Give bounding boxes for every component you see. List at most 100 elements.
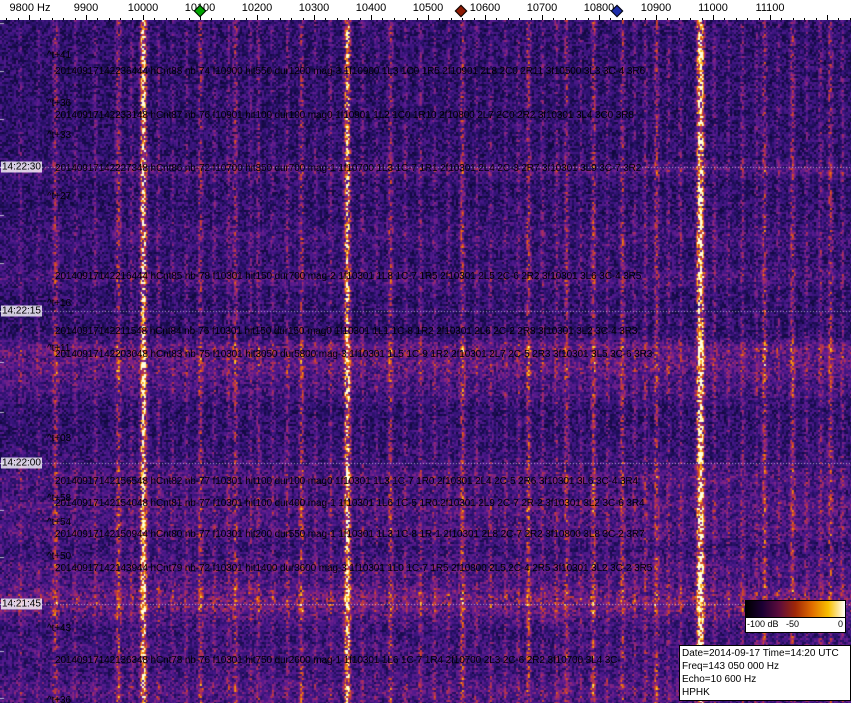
freq-tick-label: 10400 — [356, 2, 387, 14]
freq-tick — [211, 18, 212, 20]
freq-tick — [280, 18, 281, 20]
freq-tick — [759, 18, 760, 20]
freq-tick-label: 10500 — [413, 2, 444, 14]
red-diamond-marker-icon[interactable] — [455, 5, 468, 18]
db-gradient — [746, 601, 845, 618]
freq-tick-label: 11000 — [698, 2, 728, 14]
db-mid-label: -50 — [786, 619, 799, 629]
echo-time-tag: ^t+36 — [47, 98, 71, 109]
freq-tick — [747, 18, 748, 20]
freq-tick — [371, 15, 372, 20]
freq-tick — [337, 18, 338, 20]
echo-time-tag: ^t+50 — [47, 551, 71, 562]
freq-tick — [86, 15, 87, 20]
echo-detection-line: 20140917142236444 hCnt88 nb-74 f10900 hi… — [55, 66, 645, 77]
freq-tick — [736, 18, 737, 20]
echo-detection-line: 20140917142227348 hCnt86 nb-72 f10700 hi… — [55, 163, 641, 174]
freq-tick — [793, 18, 794, 20]
freq-tick — [143, 15, 144, 20]
freq-tick — [474, 18, 475, 20]
echo-detection-line: 20140917142203048 hCnt83 nb-75 f10301 hi… — [55, 349, 652, 360]
freq-tick — [325, 18, 326, 20]
echo-time-tag: ^t+03 — [47, 433, 71, 444]
freq-tick — [838, 18, 839, 20]
freq-tick — [177, 18, 178, 20]
freq-tick — [610, 18, 611, 20]
freq-tick — [542, 15, 543, 20]
freq-tick — [246, 18, 247, 20]
freq-tick — [303, 18, 304, 20]
freq-tick — [702, 18, 703, 20]
freq-tick — [120, 18, 121, 20]
freq-tick — [154, 18, 155, 20]
freq-tick — [268, 18, 269, 20]
freq-tick-label: 10800 — [584, 2, 615, 14]
freq-tick — [508, 18, 509, 20]
freq-tick — [827, 15, 828, 20]
freq-tick — [29, 15, 30, 20]
freq-tick-label: 10300 — [299, 2, 330, 14]
freq-tick — [576, 18, 577, 20]
freq-tick — [496, 18, 497, 20]
freq-tick-label: 11100 — [756, 2, 785, 14]
freq-tick — [40, 18, 41, 20]
echo-detection-line: 20140917142156548 hCnt82 nb-77 f10301 hi… — [55, 476, 638, 487]
freq-tick — [132, 18, 133, 20]
db-max-label: 0 — [838, 619, 843, 629]
time-axis-label: 14:22:30 — [1, 162, 42, 173]
freq-tick — [519, 18, 520, 20]
freq-tick — [553, 18, 554, 20]
freq-tick-label: 10700 — [527, 2, 558, 14]
freq-tick — [348, 18, 349, 20]
echo-time-tag: ^t+36 — [47, 695, 71, 703]
echo-detection-line: 20140917142233148 hCnt87 nb-76 f10901 hi… — [55, 110, 634, 121]
db-colorbar: -100 dB -50 0 — [745, 600, 846, 633]
echo-time-tag: ^t+41 — [47, 50, 71, 61]
freq-tick-label: 9800 Hz — [10, 2, 51, 14]
freq-tick — [645, 18, 646, 20]
spectrogram-app-window: 9800 Hz990010000101001020010300104001050… — [0, 0, 851, 703]
time-axis-label: 14:21:45 — [1, 599, 42, 610]
freq-tick — [18, 18, 19, 20]
echo-time-tag: ^t+33 — [47, 130, 71, 141]
freq-tick-label: 10600 — [470, 2, 501, 14]
freq-tick — [724, 18, 725, 20]
freq-tick — [713, 15, 714, 20]
spectrogram-overlay: 14:22:3014:22:1514:22:0014:21:45^t+41^t+… — [0, 0, 851, 703]
frequency-scale-bar: 9800 Hz990010000101001020010300104001050… — [0, 0, 851, 20]
freq-tick — [781, 18, 782, 20]
echo-detection-line: 20140917142211548 hCnt84 nb-76 f10301 hi… — [55, 326, 637, 337]
time-axis-label: 14:22:15 — [1, 306, 42, 317]
info-date-line: Date=2014-09-17 Time=14:20 UTC — [682, 647, 848, 660]
freq-tick — [565, 18, 566, 20]
freq-tick — [667, 18, 668, 20]
db-colorbar-labels: -100 dB -50 0 — [746, 618, 845, 631]
echo-detection-line: 20140917142143944 hCnt79 nb-72 f10301 hi… — [55, 563, 652, 574]
freq-tick — [417, 18, 418, 20]
freq-tick — [6, 18, 7, 20]
echo-time-tag: ^t+54 — [47, 517, 71, 528]
freq-tick — [394, 18, 395, 20]
freq-tick — [166, 18, 167, 20]
freq-tick — [223, 18, 224, 20]
freq-tick — [462, 18, 463, 20]
freq-tick — [97, 18, 98, 20]
freq-tick-label: 10900 — [641, 2, 672, 14]
freq-tick — [75, 18, 76, 20]
echo-time-tag: ^t+27 — [47, 191, 71, 202]
freq-tick — [485, 15, 486, 20]
freq-tick — [189, 18, 190, 20]
freq-tick — [451, 18, 452, 20]
echo-detection-line: 20140917142154048 hCnt81 nb-77 f10301 hi… — [55, 498, 644, 509]
freq-tick — [314, 15, 315, 20]
freq-tick — [816, 18, 817, 20]
freq-tick-label: 10200 — [242, 2, 273, 14]
freq-tick — [439, 18, 440, 20]
freq-tick — [52, 18, 53, 20]
info-echo-line: Echo=10 600 Hz — [682, 673, 848, 686]
freq-tick — [679, 18, 680, 20]
status-info-box: Date=2014-09-17 Time=14:20 UTC Freq=143 … — [679, 645, 851, 701]
echo-time-tag: ^t+43 — [47, 623, 71, 634]
freq-tick — [622, 18, 623, 20]
freq-tick — [690, 18, 691, 20]
